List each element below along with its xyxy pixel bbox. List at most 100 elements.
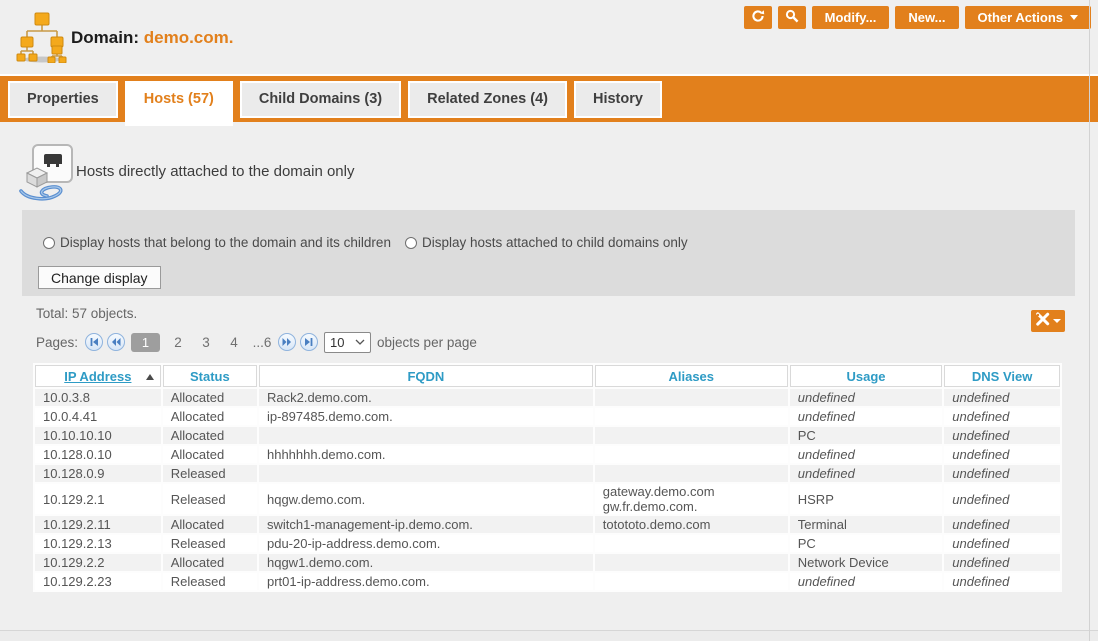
cell-usage[interactable]: Network Device	[790, 554, 943, 571]
cell-aliases	[595, 446, 788, 463]
domain-tree-icon	[16, 11, 68, 68]
cell-aliases	[595, 573, 788, 590]
cell-dns-view: undefined	[944, 573, 1060, 590]
refresh-icon	[751, 9, 765, 26]
next-page-button[interactable]	[278, 333, 296, 351]
page-link-4[interactable]: 4	[220, 335, 248, 350]
first-page-button[interactable]	[85, 333, 103, 351]
column-header-label: DNS View	[972, 369, 1032, 384]
cell-status: Allocated	[163, 516, 257, 533]
page-link-3[interactable]: 3	[192, 335, 220, 350]
cell-ip-address[interactable]: 10.0.3.8	[35, 389, 161, 406]
cell-fqdn: ip-897485.demo.com.	[259, 408, 593, 425]
cell-ip-address[interactable]: 10.128.0.10	[35, 446, 161, 463]
radio-child-domains-only[interactable]	[405, 237, 417, 249]
cell-fqdn	[259, 465, 593, 482]
sort-ascending-icon	[146, 374, 154, 380]
table-row: 10.129.2.1Releasedhqgw.demo.com.gateway.…	[35, 484, 1060, 514]
page-title: Domain: demo.com.	[71, 28, 233, 48]
cell-dns-view: undefined	[944, 446, 1060, 463]
modify-button[interactable]: Modify...	[812, 6, 890, 29]
alias-entry: totototo.demo.com	[603, 517, 780, 532]
cell-fqdn: hqgw1.demo.com.	[259, 554, 593, 571]
table-row: 10.10.10.10AllocatedPCundefined	[35, 427, 1060, 444]
per-page-value: 10	[330, 335, 344, 350]
cell-ip-address[interactable]: 10.10.10.10	[35, 427, 161, 444]
tab-history[interactable]: History	[574, 81, 662, 118]
page-link-2[interactable]: 2	[164, 335, 192, 350]
cell-aliases	[595, 389, 788, 406]
tab-child-domains-3[interactable]: Child Domains (3)	[240, 81, 401, 118]
cell-status: Allocated	[163, 427, 257, 444]
change-display-button[interactable]: Change display	[38, 266, 161, 289]
tab-hosts-57[interactable]: Hosts (57)	[125, 81, 233, 126]
column-header-label: IP Address	[64, 369, 131, 384]
column-header-fqdn[interactable]: FQDN	[259, 365, 593, 387]
table-row: 10.128.0.10Allocatedhhhhhhh.demo.com.und…	[35, 446, 1060, 463]
cell-ip-address[interactable]: 10.0.4.41	[35, 408, 161, 425]
tab-bar: PropertiesHosts (57)Child Domains (3)Rel…	[0, 76, 1098, 122]
column-header-label: Usage	[847, 369, 886, 384]
cell-status: Allocated	[163, 389, 257, 406]
previous-page-button[interactable]	[107, 333, 125, 351]
cell-status: Released	[163, 465, 257, 482]
other-actions-button[interactable]: Other Actions	[965, 6, 1091, 29]
column-header-usage[interactable]: Usage	[790, 365, 943, 387]
cell-ip-address[interactable]: 10.129.2.2	[35, 554, 161, 571]
current-page-indicator: 1	[131, 333, 160, 352]
cell-dns-view: undefined	[944, 389, 1060, 406]
table-row: 10.128.0.9Releasedundefinedundefined	[35, 465, 1060, 482]
last-page-button[interactable]	[300, 333, 318, 351]
cell-fqdn	[259, 427, 593, 444]
cell-ip-address[interactable]: 10.129.2.11	[35, 516, 161, 533]
cell-status: Released	[163, 484, 257, 514]
tab-related-zones-4[interactable]: Related Zones (4)	[408, 81, 567, 118]
cell-usage: undefined	[790, 408, 943, 425]
column-header-status[interactable]: Status	[163, 365, 257, 387]
new-button[interactable]: New...	[895, 6, 958, 29]
cell-dns-view: undefined	[944, 408, 1060, 425]
bottom-divider	[0, 630, 1098, 641]
cell-usage[interactable]: Terminal	[790, 516, 943, 533]
cell-usage[interactable]: PC	[790, 427, 943, 444]
cell-ip-address[interactable]: 10.129.2.13	[35, 535, 161, 552]
cell-dns-view: undefined	[944, 516, 1060, 533]
cell-ip-address[interactable]: 10.128.0.9	[35, 465, 161, 482]
tab-properties[interactable]: Properties	[8, 81, 118, 118]
table-row: 10.0.3.8AllocatedRack2.demo.com. undefine…	[35, 389, 1060, 406]
per-page-label: objects per page	[377, 335, 477, 350]
pages-label: Pages:	[36, 335, 78, 350]
cell-status: Allocated	[163, 408, 257, 425]
cell-fqdn: hqgw.demo.com.	[259, 484, 593, 514]
refresh-button[interactable]	[744, 6, 772, 29]
per-page-select[interactable]: 10	[324, 332, 371, 353]
page-number-links: 234...6	[164, 335, 276, 350]
frame-right-border	[1089, 0, 1090, 641]
search-icon	[785, 9, 799, 26]
cell-usage[interactable]: HSRP	[790, 484, 943, 514]
column-header-ip-address[interactable]: IP Address	[35, 365, 161, 387]
chevron-down-icon	[1053, 319, 1061, 323]
table-row: 10.0.4.41Allocatedip-897485.demo.com. und…	[35, 408, 1060, 425]
cell-usage[interactable]: PC	[790, 535, 943, 552]
column-header-dns-view[interactable]: DNS View	[944, 365, 1060, 387]
chevron-down-icon	[355, 339, 365, 345]
header-actions: Modify... New... Other Actions	[744, 6, 1091, 29]
page-title-label: Domain:	[71, 28, 139, 47]
radio-child-domains-only-label: Display hosts attached to child domains …	[422, 235, 688, 250]
list-tools-button[interactable]	[1031, 310, 1065, 332]
cell-ip-address[interactable]: 10.129.2.23	[35, 573, 161, 590]
radio-domain-and-children[interactable]	[43, 237, 55, 249]
cell-dns-view: undefined	[944, 535, 1060, 552]
column-header-label: Aliases	[668, 369, 714, 384]
cell-ip-address[interactable]: 10.129.2.1	[35, 484, 161, 514]
page-link-6[interactable]: ...6	[248, 335, 276, 350]
table-row: 10.129.2.2Allocatedhqgw1.demo.com.Networ…	[35, 554, 1060, 571]
search-button[interactable]	[778, 6, 806, 29]
page-title-value: demo.com.	[144, 28, 234, 47]
cell-fqdn: Rack2.demo.com.	[259, 389, 593, 406]
other-actions-label: Other Actions	[978, 10, 1063, 25]
column-header-aliases[interactable]: Aliases	[595, 365, 788, 387]
table-row: 10.129.2.11Allocatedswitch1-management-i…	[35, 516, 1060, 533]
table-header-row: IP Address StatusFQDN Aliases Usage DNS View	[35, 365, 1060, 387]
